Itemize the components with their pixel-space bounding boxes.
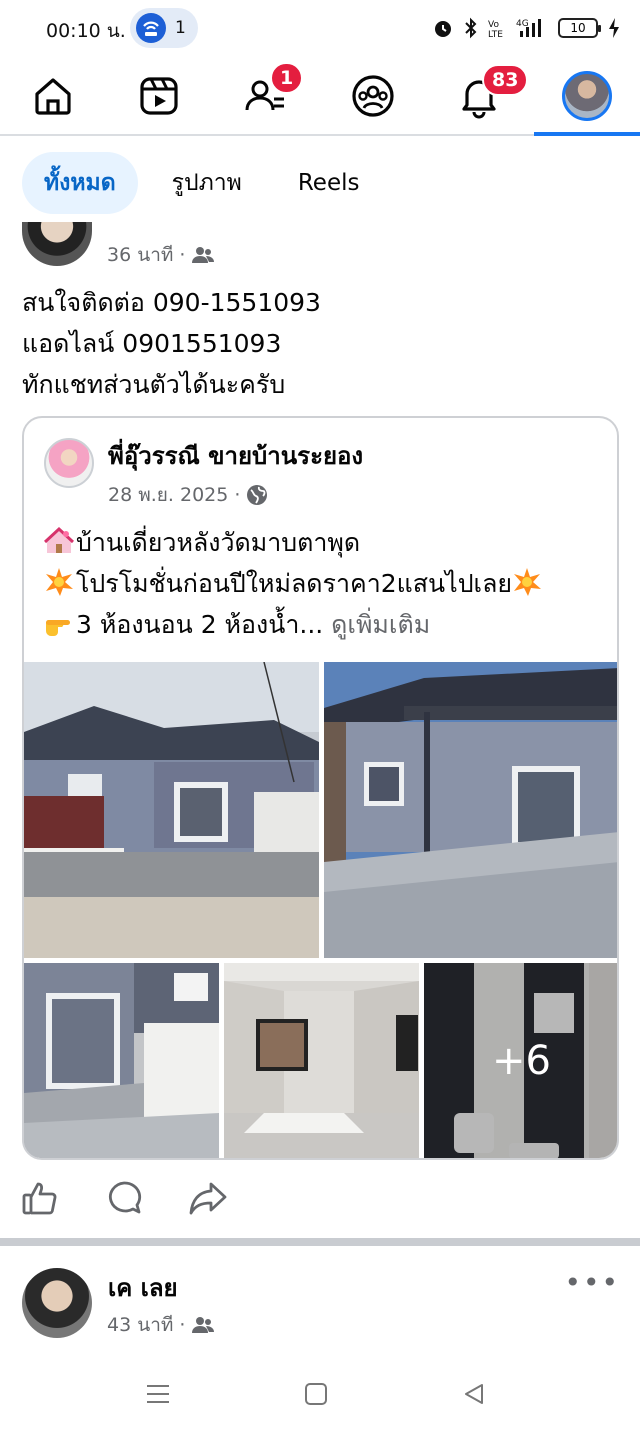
nav-notifications[interactable]: 83 [426, 58, 532, 134]
shared-post-text: บ้านเดี่ยวหลังวัดมาบตาพุด โปรโมชั่นก่อนป… [44, 522, 604, 645]
signal-icon: 4G [516, 19, 541, 37]
battery-icon: 10 [558, 18, 601, 38]
feed-divider [0, 1238, 640, 1246]
nav-home[interactable] [0, 58, 106, 134]
comment-button[interactable] [104, 1178, 144, 1218]
shared-author-avatar[interactable] [44, 438, 94, 488]
groups-icon [352, 75, 394, 117]
shared-line-3: 3 ห้องนอน 2 ห้องน้ำ... ดูเพิ่มเติม [44, 604, 604, 645]
nav-video[interactable] [106, 58, 212, 134]
boom-emoji-icon [514, 568, 542, 596]
menu-lines-icon [147, 1385, 169, 1403]
meta-separator: · [179, 244, 186, 266]
next-post-time[interactable]: 43 นาที [107, 1310, 173, 1340]
next-post-meta: 43 นาที · [107, 1310, 215, 1340]
nav-groups[interactable] [320, 58, 426, 134]
share-icon [189, 1182, 227, 1215]
nav-friends[interactable]: 1 [212, 58, 318, 134]
status-bar: 00:10 น. 1 Vo LTE 4G 10 [0, 0, 640, 58]
friends-badge: 1 [270, 62, 304, 94]
shared-line-2: โปรโมชั่นก่อนปีใหม่ลดราคา2แสนไปเลย [44, 563, 604, 604]
post-author-avatar[interactable] [22, 222, 92, 266]
svg-text:Vo: Vo [488, 20, 499, 30]
post-photo-3[interactable] [24, 963, 219, 1158]
tab-photos[interactable]: รูปภาพ [150, 152, 264, 214]
meta-separator: · [179, 1314, 186, 1336]
post-body: สนใจติดต่อ 090-1551093 แอดไลน์ 090155109… [22, 282, 321, 405]
shared-line-2-text: โปรโมชั่นก่อนปีใหม่ลดราคา2แสนไปเลย [76, 569, 513, 598]
status-icons: Vo LTE 4G 10 [432, 14, 620, 42]
friends-audience-icon [192, 1317, 215, 1333]
recent-apps-button[interactable] [138, 1377, 178, 1411]
bluetooth-icon [465, 17, 477, 39]
hotspot-indicator[interactable]: 1 [130, 8, 198, 48]
post-photo-5[interactable]: +6 [424, 963, 617, 1158]
post-line: แอดไลน์ 0901551093 [22, 329, 282, 358]
home-system-button[interactable] [296, 1377, 336, 1411]
filter-tabs: ทั้งหมด รูปภาพ Reels [22, 152, 393, 214]
shared-line-3-text: 3 ห้องนอน 2 ห้องน้ำ... [76, 610, 324, 639]
square-icon [305, 1383, 327, 1405]
post-line: ทักแชทส่วนตัวได้นะครับ [22, 370, 286, 399]
shared-post-meta: 28 พ.ย. 2025 · [108, 480, 268, 510]
globe-icon [247, 485, 268, 505]
charging-icon [609, 18, 619, 38]
battery-level: 10 [570, 21, 586, 35]
back-triangle-icon [465, 1384, 483, 1404]
shared-post-card[interactable]: พี่อุ๊วรรณี ขายบ้านระยอง 28 พ.ย. 2025 · … [22, 416, 619, 1160]
post-photo-2[interactable] [324, 662, 617, 958]
next-post-author[interactable]: เค เลย [108, 1268, 178, 1307]
more-photos-overlay[interactable]: +6 [424, 963, 617, 1158]
tab-reels[interactable]: Reels [276, 152, 382, 214]
status-time: 00:10 น. [46, 20, 126, 42]
shared-line-1-text: บ้านเดี่ยวหลังวัดมาบตาพุด [76, 528, 361, 557]
notifications-badge: 83 [482, 64, 529, 96]
post-time[interactable]: 36 นาที [107, 240, 173, 270]
video-icon [140, 77, 178, 115]
share-button[interactable] [188, 1178, 228, 1218]
shared-line-1: บ้านเดี่ยวหลังวัดมาบตาพุด [44, 522, 604, 563]
hotspot-count: 1 [175, 18, 186, 38]
hotspot-icon [136, 13, 166, 43]
shared-author-name[interactable]: พี่อุ๊วรรณี ขายบ้านระยอง [108, 436, 363, 475]
more-options-button[interactable]: ••• [564, 1266, 620, 1299]
shared-post-date[interactable]: 28 พ.ย. 2025 [108, 480, 228, 510]
post-photo-1[interactable] [24, 662, 319, 958]
next-post-avatar[interactable] [22, 1268, 92, 1338]
svg-text:LTE: LTE [488, 30, 503, 39]
pointing-emoji-icon [46, 620, 70, 636]
meta-separator: · [234, 484, 241, 506]
post-meta: 36 นาที · [107, 240, 215, 270]
friends-audience-icon [192, 247, 215, 263]
like-icon [22, 1182, 57, 1215]
post-line: สนใจติดต่อ 090-1551093 [22, 288, 321, 317]
house-emoji-icon [44, 526, 74, 553]
profile-avatar [562, 71, 612, 121]
boom-emoji-icon [46, 568, 73, 596]
post-photo-4[interactable] [224, 963, 419, 1158]
post-actions [20, 1178, 228, 1218]
home-icon [35, 78, 71, 115]
like-button[interactable] [20, 1178, 60, 1218]
nav-profile[interactable] [534, 58, 640, 136]
tab-all[interactable]: ทั้งหมด [22, 152, 138, 214]
more-photos-count: +6 [492, 1038, 551, 1084]
volte-icon: VoLTE [488, 20, 503, 39]
top-navigation: 1 83 [0, 58, 640, 136]
see-more-link[interactable]: ดูเพิ่มเติม [331, 610, 430, 639]
alarm-icon [435, 21, 451, 37]
comment-icon [108, 1181, 142, 1214]
system-navigation-bar [0, 1355, 640, 1432]
back-system-button[interactable] [454, 1377, 494, 1411]
